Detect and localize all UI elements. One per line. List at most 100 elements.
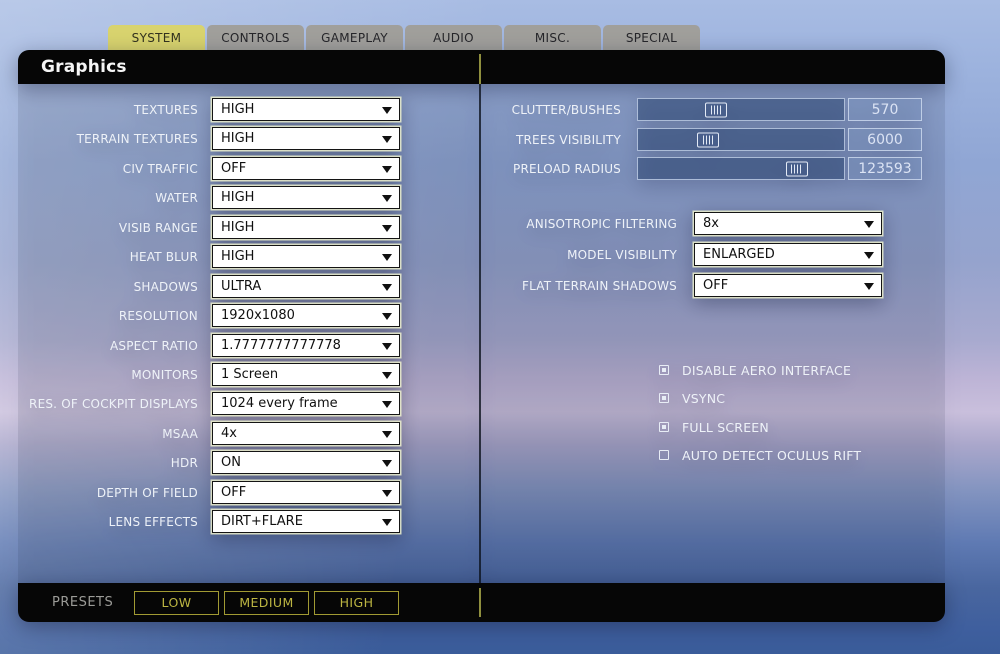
flat-terrain-shadows-dropdown[interactable]: OFF	[694, 274, 882, 297]
preset-medium-button[interactable]: MEDIUM	[224, 590, 309, 615]
chevron-down-icon	[864, 252, 874, 259]
setting-label: HDR	[170, 455, 198, 470]
chevron-down-icon	[382, 401, 392, 408]
trees-visibility-slider[interactable]	[637, 128, 845, 151]
chevron-down-icon	[382, 195, 392, 202]
resolution-dropdown[interactable]: 1920x1080	[212, 304, 400, 327]
chevron-down-icon	[382, 343, 392, 350]
setting-label: SHADOWS	[133, 279, 198, 294]
panel-divider	[479, 54, 481, 84]
chevron-down-icon	[864, 283, 874, 290]
textures-dropdown[interactable]: HIGH	[212, 98, 400, 121]
civ-traffic-dropdown[interactable]: OFF	[212, 157, 400, 180]
chevron-down-icon	[382, 372, 392, 379]
grip-icon	[791, 164, 803, 173]
setting-row: MODEL VISIBILITY ENLARGED	[481, 243, 882, 266]
setting-row: ANISOTROPIC FILTERING 8x	[481, 212, 882, 235]
vsync-checkbox[interactable]: VSYNC	[659, 388, 725, 408]
grip-icon	[710, 105, 722, 114]
setting-row: SHADOWS ULTRA	[18, 275, 400, 298]
terrain-textures-dropdown[interactable]: HIGH	[212, 127, 400, 150]
setting-label: CLUTTER/BUSHES	[511, 102, 621, 117]
options-screen: { "tabs": [ {"label": "SYSTEM", "active"…	[0, 0, 1000, 654]
panel-divider	[479, 588, 481, 617]
panel-header: Graphics	[18, 50, 945, 84]
tab-gameplay[interactable]: GAMEPLAY	[306, 25, 403, 50]
setting-row: TERRAIN TEXTURES HIGH	[18, 127, 400, 150]
preload-radius-value: 123593	[848, 157, 922, 180]
chevron-down-icon	[382, 166, 392, 173]
chevron-down-icon	[382, 460, 392, 467]
setting-label: FLAT TERRAIN SHADOWS	[522, 278, 677, 293]
tab-audio[interactable]: AUDIO	[405, 25, 502, 50]
setting-row: FLAT TERRAIN SHADOWS OFF	[481, 274, 882, 297]
setting-row: CIV TRAFFIC OFF	[18, 157, 400, 180]
setting-label: DEPTH OF FIELD	[96, 485, 198, 500]
setting-label: TEXTURES	[133, 102, 198, 117]
cockpit-displays-resolution-dropdown[interactable]: 1024 every frame	[212, 392, 400, 415]
aspect-ratio-dropdown[interactable]: 1.7777777777778	[212, 334, 400, 357]
chevron-down-icon	[382, 313, 392, 320]
trees-visibility-value: 6000	[848, 128, 922, 151]
options-tab-bar: SYSTEM CONTROLS GAMEPLAY AUDIO MISC. SPE…	[108, 25, 700, 50]
auto-detect-oculus-rift-checkbox[interactable]: AUTO DETECT OCULUS RIFT	[659, 445, 861, 465]
chevron-down-icon	[382, 225, 392, 232]
checkbox-icon	[659, 450, 669, 460]
setting-row: DEPTH OF FIELD OFF	[18, 481, 400, 504]
chevron-down-icon	[382, 490, 392, 497]
depth-of-field-dropdown[interactable]: OFF	[212, 481, 400, 504]
tab-system[interactable]: SYSTEM	[108, 25, 205, 50]
setting-label: CIV TRAFFIC	[122, 161, 198, 176]
preset-high-button[interactable]: HIGH	[314, 590, 399, 615]
setting-label: TERRAIN TEXTURES	[76, 131, 198, 146]
tab-special[interactable]: SPECIAL	[603, 25, 700, 50]
chevron-down-icon	[382, 107, 392, 114]
lens-effects-dropdown[interactable]: DIRT+FLARE	[212, 510, 400, 533]
panel-divider	[479, 84, 481, 583]
grip-icon	[702, 135, 714, 144]
setting-label: TREES VISIBILITY	[515, 132, 621, 147]
visib-range-dropdown[interactable]: HIGH	[212, 216, 400, 239]
hdr-dropdown[interactable]: ON	[212, 451, 400, 474]
page-title: Graphics	[41, 57, 127, 77]
tab-misc[interactable]: MISC.	[504, 25, 601, 50]
preset-low-button[interactable]: LOW	[134, 590, 219, 615]
setting-label: ANISOTROPIC FILTERING	[526, 216, 677, 231]
slider-thumb[interactable]	[697, 132, 720, 147]
setting-row: LENS EFFECTS DIRT+FLARE	[18, 510, 400, 533]
clutter-bushes-slider[interactable]	[637, 98, 845, 121]
setting-row: RESOLUTION 1920x1080	[18, 304, 400, 327]
msaa-dropdown[interactable]: 4x	[212, 422, 400, 445]
setting-label: VISIB RANGE	[118, 220, 198, 235]
heat-blur-dropdown[interactable]: HIGH	[212, 245, 400, 268]
chevron-down-icon	[382, 254, 392, 261]
panel-body: TEXTURES HIGH TERRAIN TEXTURES HIGH CIV …	[18, 84, 945, 583]
setting-row: HEAT BLUR HIGH	[18, 245, 400, 268]
checkbox-label: VSYNC	[682, 390, 726, 406]
setting-row: WATER HIGH	[18, 186, 400, 209]
shadows-dropdown[interactable]: ULTRA	[212, 275, 400, 298]
model-visibility-dropdown[interactable]: ENLARGED	[694, 243, 882, 266]
setting-row: RES. OF COCKPIT DISPLAYS 1024 every fram…	[18, 392, 400, 415]
slider-value: 123593	[858, 160, 912, 177]
slider-row: TREES VISIBILITY 6000	[481, 128, 922, 151]
graphics-panel: Graphics TEXTURES HIGH TERRAIN TEXTURES …	[18, 50, 945, 622]
chevron-down-icon	[382, 284, 392, 291]
full-screen-checkbox[interactable]: FULL SCREEN	[659, 417, 769, 437]
chevron-down-icon	[864, 221, 874, 228]
anisotropic-filtering-dropdown[interactable]: 8x	[694, 212, 882, 235]
clutter-bushes-value: 570	[848, 98, 922, 121]
checkbox-label: DISABLE AERO INTERFACE	[682, 362, 852, 378]
setting-label: LENS EFFECTS	[108, 514, 198, 529]
setting-label: MSAA	[162, 426, 198, 441]
preload-radius-slider[interactable]	[637, 157, 845, 180]
water-dropdown[interactable]: HIGH	[212, 186, 400, 209]
setting-row: MONITORS 1 Screen	[18, 363, 400, 386]
checkbox-label: AUTO DETECT OCULUS RIFT	[682, 447, 862, 463]
slider-thumb[interactable]	[785, 161, 808, 176]
presets-bar: PRESETS LOW MEDIUM HIGH	[18, 583, 945, 622]
monitors-dropdown[interactable]: 1 Screen	[212, 363, 400, 386]
disable-aero-interface-checkbox[interactable]: DISABLE AERO INTERFACE	[659, 360, 851, 380]
tab-controls[interactable]: CONTROLS	[207, 25, 304, 50]
slider-thumb[interactable]	[705, 102, 728, 117]
